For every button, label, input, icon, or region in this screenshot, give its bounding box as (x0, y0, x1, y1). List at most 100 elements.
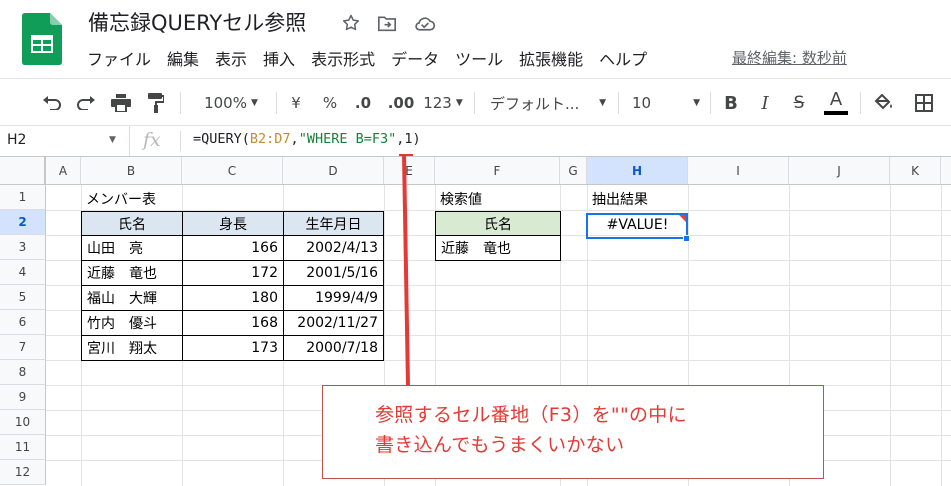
member-name[interactable]: 福山 大輝 (81, 285, 183, 311)
percent-format-button[interactable]: % (320, 89, 340, 117)
last-edit-link[interactable]: 最終編集: 数秒前 (732, 47, 847, 68)
formula-string: "WHERE B=F3" (298, 131, 397, 147)
member-name[interactable]: 近藤 竜也 (81, 260, 183, 286)
member-birth[interactable]: 2000/7/18 (283, 335, 384, 361)
row-header-5[interactable]: 5 (0, 285, 46, 310)
row-header-2[interactable]: 2 (0, 210, 46, 235)
document-title[interactable]: 備忘録QUERYセル参照 (88, 7, 306, 37)
bold-button[interactable]: B (720, 89, 742, 117)
toolbar-divider (618, 92, 619, 114)
strikethrough-button[interactable]: S (788, 89, 810, 117)
row-header-1[interactable]: 1 (0, 185, 46, 210)
number-format-label: 123 (423, 94, 452, 112)
star-icon[interactable] (338, 10, 364, 36)
member-height[interactable]: 168 (182, 310, 284, 336)
cell-f1-label[interactable]: 検索値 (435, 187, 560, 210)
menu-edit[interactable]: 編集 (166, 46, 200, 70)
active-cell-selection[interactable] (586, 213, 688, 239)
member-birth[interactable]: 2002/11/27 (283, 310, 384, 336)
row-header-8[interactable]: 8 (0, 360, 46, 385)
sheets-logo-icon[interactable] (22, 13, 62, 65)
column-header-h[interactable]: H (587, 157, 688, 184)
search-header-cell[interactable]: 氏名 (435, 211, 561, 236)
font-size-select[interactable]: 10 ▼ (632, 89, 700, 117)
menu-insert[interactable]: 挿入 (262, 46, 296, 70)
column-header-i[interactable]: I (688, 157, 789, 184)
column-header-b[interactable]: B (81, 157, 182, 184)
column-header-j[interactable]: J (789, 157, 890, 184)
row-header-11[interactable]: 11 (0, 435, 46, 460)
number-format-select[interactable]: 123 ▼ (422, 89, 464, 117)
paint-format-icon[interactable] (144, 89, 168, 117)
row-header-12[interactable]: 12 (0, 460, 46, 485)
italic-button[interactable]: I (754, 89, 776, 117)
toolbar-divider (180, 92, 181, 114)
table-header-birth[interactable]: 生年月日 (283, 211, 384, 236)
row-header-9[interactable]: 9 (0, 385, 46, 410)
formula-range: B2:D7 (249, 131, 291, 147)
print-icon[interactable] (108, 89, 134, 117)
member-name[interactable]: 山田 亮 (81, 235, 183, 261)
annotation-pointer-line (399, 154, 413, 386)
search-value-cell[interactable]: 近藤 竜也 (435, 235, 561, 261)
table-header-name[interactable]: 氏名 (81, 211, 183, 236)
member-height[interactable]: 166 (182, 235, 284, 261)
caret-down-icon: ▼ (109, 135, 116, 145)
text-color-swatch (824, 111, 848, 115)
row-header-10[interactable]: 10 (0, 410, 46, 435)
formula-suffix: ,1) (396, 131, 421, 147)
column-header-k[interactable]: K (890, 157, 941, 184)
borders-icon[interactable] (912, 89, 936, 117)
formula-divider (180, 131, 181, 151)
cell-h1-label[interactable]: 抽出結果 (587, 187, 688, 210)
member-height[interactable]: 172 (182, 260, 284, 286)
text-color-letter: A (829, 89, 843, 110)
move-to-folder-icon[interactable] (374, 10, 400, 36)
undo-icon[interactable] (40, 89, 64, 117)
text-color-button[interactable]: A (822, 89, 850, 117)
column-header-g[interactable]: G (560, 157, 587, 184)
row-header-7[interactable]: 7 (0, 335, 46, 360)
menu-extensions[interactable]: 拡張機能 (518, 46, 584, 70)
caret-down-icon: ▼ (250, 98, 258, 108)
member-birth[interactable]: 2001/5/16 (283, 260, 384, 286)
menu-view[interactable]: 表示 (214, 46, 248, 70)
redo-icon[interactable] (74, 89, 98, 117)
column-header-f[interactable]: F (435, 157, 560, 184)
menu-tools[interactable]: ツール (454, 46, 504, 70)
formula-prefix: =QUERY( (193, 131, 250, 147)
column-header-c[interactable]: C (182, 157, 283, 184)
name-box[interactable]: H2 ▼ (0, 126, 130, 156)
toolbar-divider (276, 92, 277, 114)
row-header-4[interactable]: 4 (0, 260, 46, 285)
member-name[interactable]: 竹内 優斗 (81, 310, 183, 336)
cloud-status-icon[interactable] (412, 10, 438, 36)
member-birth[interactable]: 2002/4/13 (283, 235, 384, 261)
decrease-decimal-button[interactable]: .0 (350, 89, 376, 117)
fill-color-icon[interactable] (872, 89, 896, 117)
menu-format[interactable]: 表示形式 (310, 46, 376, 70)
toolbar-divider (474, 92, 475, 114)
row-header-3[interactable]: 3 (0, 235, 46, 260)
increase-decimal-button[interactable]: .00 (386, 89, 416, 117)
column-header-a[interactable]: A (46, 157, 81, 184)
row-header-6[interactable]: 6 (0, 310, 46, 335)
column-header-d[interactable]: D (283, 157, 384, 184)
member-birth[interactable]: 1999/4/9 (283, 285, 384, 311)
member-name[interactable]: 宮川 翔太 (81, 335, 183, 361)
formula-bar: H2 ▼ fx =QUERY(B2:D7,"WHERE B=F3",1) (0, 126, 951, 157)
member-height[interactable]: 180 (182, 285, 284, 311)
zoom-select[interactable]: 100% ▼ (194, 89, 268, 117)
member-height[interactable]: 173 (182, 335, 284, 361)
currency-format-button[interactable]: ¥ (286, 89, 306, 117)
font-family-select[interactable]: デフォルト... ▼ (490, 89, 606, 117)
fill-handle[interactable] (683, 235, 690, 242)
menu-file[interactable]: ファイル (86, 46, 152, 70)
menu-help[interactable]: ヘルプ (598, 46, 648, 70)
table-header-height[interactable]: 身長 (182, 211, 284, 236)
menu-data[interactable]: データ (390, 46, 440, 70)
select-all-corner[interactable] (0, 157, 46, 184)
error-indicator-icon[interactable] (679, 215, 686, 222)
formula-input[interactable]: =QUERY(B2:D7,"WHERE B=F3",1) (193, 131, 421, 147)
cell-b1-title[interactable]: メンバー表 (81, 187, 221, 210)
